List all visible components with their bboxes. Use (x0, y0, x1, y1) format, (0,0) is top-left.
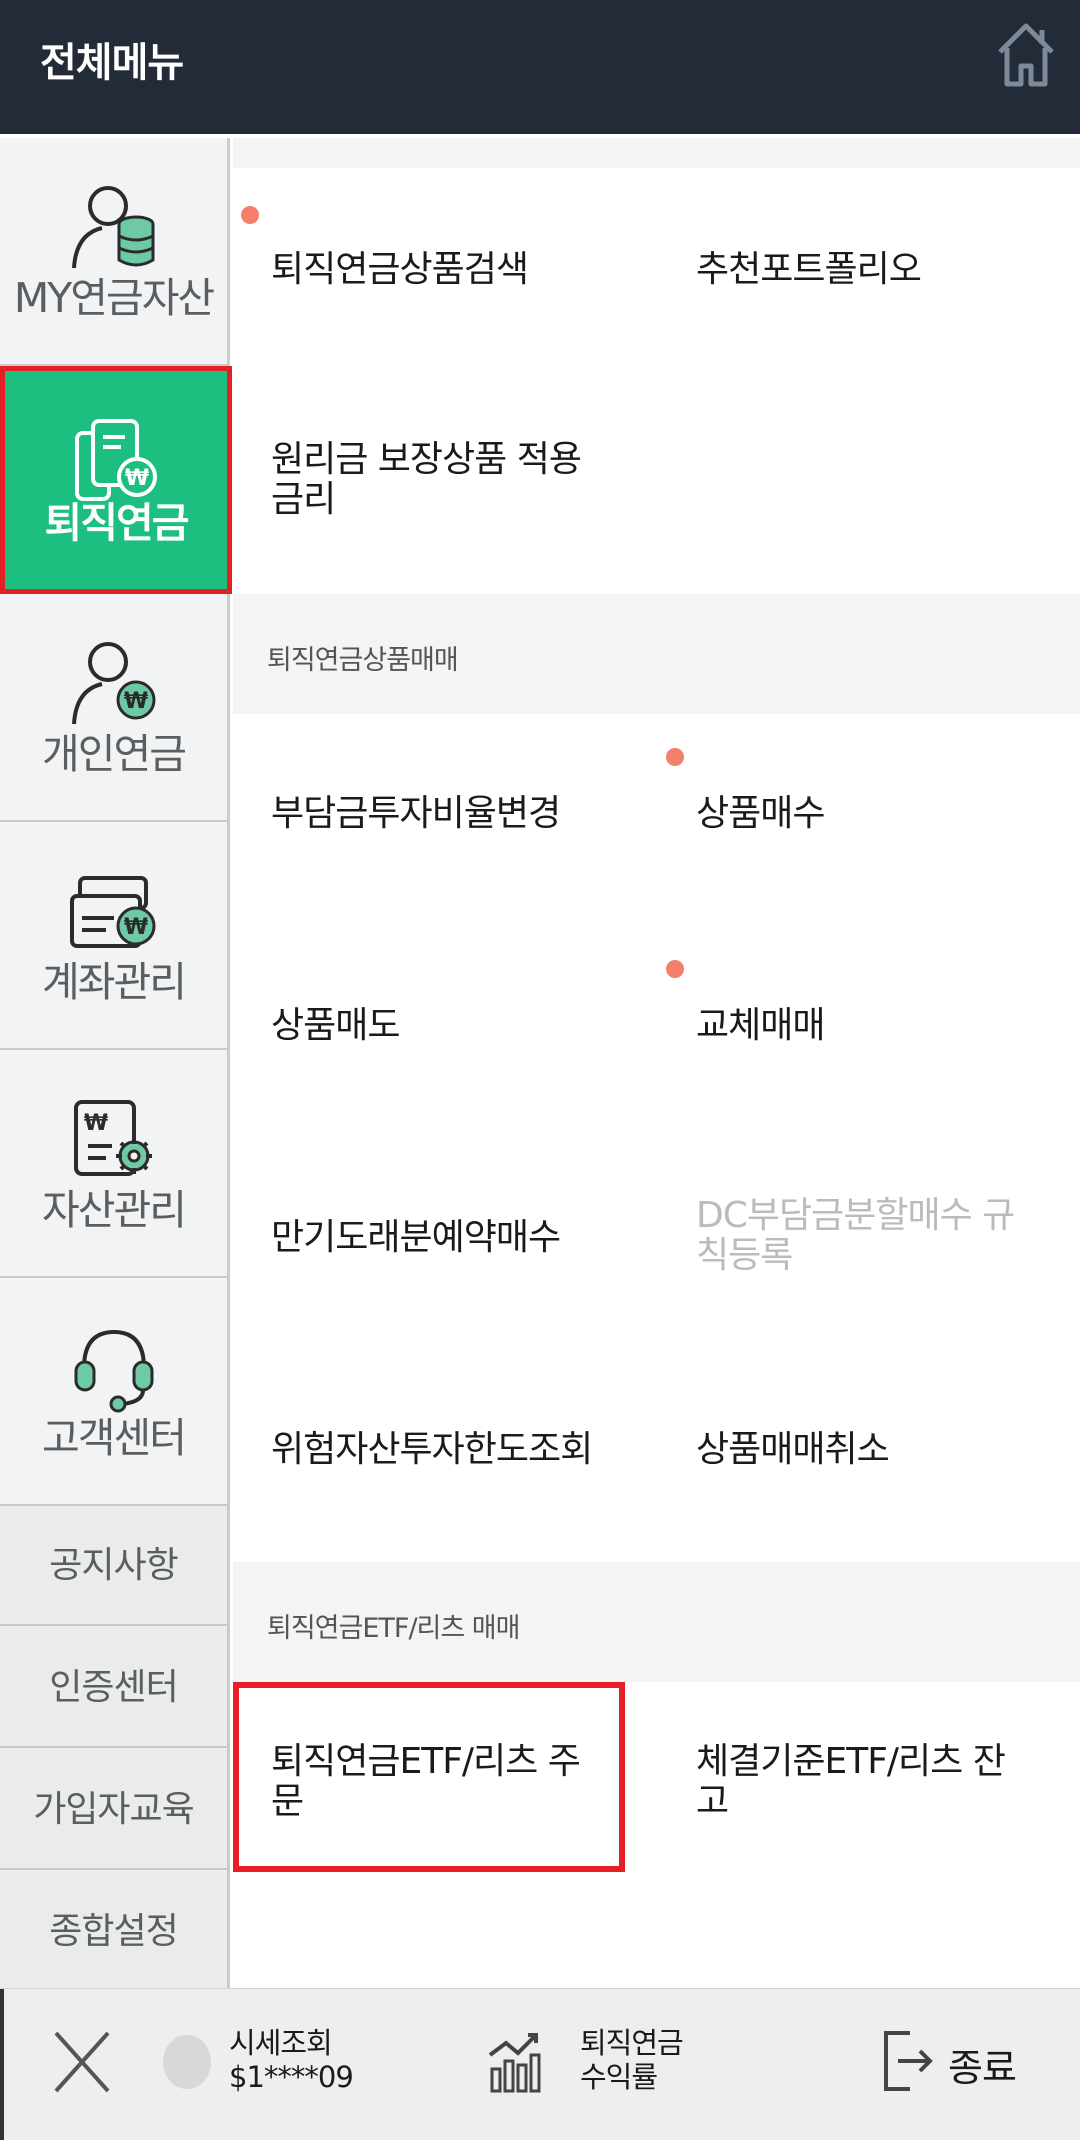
menu-item-recommended-portfolio[interactable]: 추천포트폴리오 (696, 250, 1056, 290)
home-icon[interactable] (994, 18, 1058, 90)
return-line1[interactable]: 퇴직연금 (580, 2027, 684, 2060)
menu-item-contribution-ratio[interactable]: 부담금투자비율변경 (271, 794, 631, 834)
sidebar-item-label: MY연금자산 (13, 274, 215, 322)
menu-item-switch-trade[interactable]: 교체매매 (696, 1006, 1056, 1046)
close-icon[interactable] (52, 2029, 112, 2095)
ticker-line1[interactable]: 시세조회 (229, 2027, 333, 2060)
sidebar-item-auth-center[interactable]: 인증센터 (0, 1628, 227, 1748)
sidebar-item-label: 개인연금 (42, 730, 187, 778)
sidebar-item-label: 자산관리 (42, 1186, 187, 1234)
svg-text:₩: ₩ (125, 466, 149, 491)
svg-text:₩: ₩ (84, 1111, 108, 1136)
sidebar-item-personal-pension[interactable]: ₩ 개인연금 (0, 594, 227, 822)
header-bar: 전체메뉴 (0, 0, 1080, 134)
exit-label[interactable]: 종료 (948, 2037, 1017, 2092)
ticker-avatar[interactable] (163, 2035, 211, 2089)
sidebar-item-label: 퇴직연금 (44, 499, 190, 547)
menu-item-risk-asset-limit[interactable]: 위험자산투자한도조회 (271, 1430, 631, 1470)
new-badge-dot (666, 960, 684, 978)
sidebar: MY연금자산 ₩ 퇴직연금 ₩ 개인연금 ₩ 계좌관리 ₩ 자산관리 고객센터 … (0, 138, 232, 1992)
sidebar-item-my-pension[interactable]: MY연금자산 (0, 138, 227, 366)
menu-item-etf-reits-order[interactable]: 퇴직연금ETF/리츠 주문 (271, 1742, 611, 1822)
menu-item-buy-product[interactable]: 상품매수 (696, 794, 1056, 834)
menu-item-dc-split-buy-rule: DC부담금분할매수 규칙등록 (696, 1195, 1015, 1276)
menu-item-etf-reits-balance[interactable]: 체결기준ETF/리츠 잔고 (696, 1742, 1036, 1822)
sidebar-item-label: 고객센터 (42, 1414, 187, 1462)
page-title: 전체메뉴 (40, 40, 184, 86)
menu-item-guaranteed-rate[interactable]: 원리금 보장상품 적용 금리 (271, 440, 611, 520)
menu-item-maturity-reservation[interactable]: 만기도래분예약매수 (271, 1218, 631, 1258)
bottom-bar: 시세조회 $1****09 퇴직연금 수익률 종료 (0, 1988, 1080, 2140)
svg-text:₩: ₩ (124, 915, 148, 940)
new-badge-dot (241, 206, 259, 224)
menu-item-product-search[interactable]: 퇴직연금상품검색 (271, 250, 631, 290)
return-line2[interactable]: 수익률 (580, 2061, 658, 2094)
menu-content: 퇴직연금상품검색 추천포트폴리오 원리금 보장상품 적용 금리 퇴직연금상품매매… (233, 138, 1080, 1988)
menu-item-sell-product[interactable]: 상품매도 (271, 1006, 631, 1046)
menu-item-cancel-trade[interactable]: 상품매매취소 (696, 1430, 1056, 1470)
sidebar-item-asset-management[interactable]: ₩ 자산관리 (0, 1050, 227, 1278)
new-badge-dot (666, 748, 684, 766)
bottom-bar-accent (0, 1989, 4, 2140)
section-header: 퇴직연금ETF/리츠 매매 (233, 1562, 1080, 1682)
section-title: 퇴직연금ETF/리츠 매매 (267, 1613, 520, 1644)
exit-icon[interactable] (880, 2027, 934, 2095)
sidebar-item-retirement-pension[interactable]: ₩ 퇴직연금 (0, 366, 232, 594)
bar-chart-icon[interactable] (486, 2029, 542, 2095)
section-title: 퇴직연금상품매매 (267, 645, 459, 676)
sidebar-item-label: 계좌관리 (42, 958, 187, 1006)
ticker-line2[interactable]: $1****09 (229, 2061, 354, 2094)
sidebar-item-notice[interactable]: 공지사항 (0, 1506, 227, 1626)
section-header: 퇴직연금상품매매 (233, 594, 1080, 714)
sidebar-item-settings[interactable]: 종합설정 (0, 1872, 227, 1992)
section-divider (233, 138, 1080, 168)
sidebar-item-account-management[interactable]: ₩ 계좌관리 (0, 822, 227, 1050)
sidebar-item-customer-center[interactable]: 고객센터 (0, 1278, 227, 1506)
sidebar-item-member-education[interactable]: 가입자교육 (0, 1750, 227, 1870)
svg-text:₩: ₩ (124, 689, 148, 714)
